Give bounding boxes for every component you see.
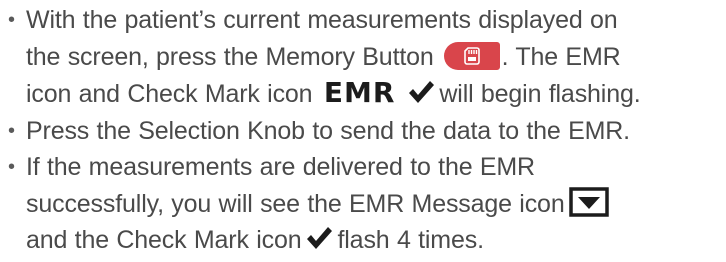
text-span: the screen, press the Memory Button <box>26 42 434 71</box>
instruction-document: • With the patient’s current measurement… <box>0 0 726 257</box>
text-span: successfully, you will see the EMR Messa… <box>26 189 565 218</box>
list-item: • Press the Selection Knob to send the d… <box>0 113 726 150</box>
list-item: • With the patient’s current measurement… <box>0 2 726 113</box>
check-mark-icon <box>407 79 435 105</box>
bullet-dot: • <box>8 156 15 178</box>
instruction-list: • With the patient’s current measurement… <box>0 2 726 259</box>
bullet-1-line-2: the screen, press the Memory Button . The… <box>26 39 726 76</box>
text-span: and the Check Mark icon <box>26 226 302 254</box>
list-item: • If the measurements are delivered to t… <box>0 149 726 259</box>
check-mark-icon <box>305 225 333 251</box>
bullet-dot: • <box>8 119 15 142</box>
bullet-3-line-2: successfully, you will see the EMR Messa… <box>26 186 726 223</box>
text-span: flash 4 times. <box>337 226 484 254</box>
bullet-3-line-3: and the Check Mark icon flash 4 times. <box>26 222 726 259</box>
text-span: Press the Selection Knob to send the dat… <box>26 116 630 145</box>
text-span: If the measurements are delivered to the… <box>26 153 535 181</box>
text-span: . The EMR <box>501 42 621 71</box>
text-span: With the patient’s current measurements … <box>26 6 618 34</box>
emr-message-icon <box>568 187 609 217</box>
memory-button-icon <box>443 41 500 70</box>
text-span: will begin flashing. <box>439 80 641 108</box>
bullet-3-line-1: If the measurements are delivered to the… <box>26 149 726 186</box>
bullet-dot: • <box>8 9 15 31</box>
text-span: icon and Check Mark icon <box>26 80 313 108</box>
bullet-2-line-1: Press the Selection Knob to send the dat… <box>26 113 726 150</box>
bullet-1-line-1: With the patient’s current measurements … <box>26 2 726 39</box>
bullet-1-line-3: icon and Check Mark icon EMR will begin f… <box>26 75 726 113</box>
emr-icon: EMR <box>323 76 396 109</box>
